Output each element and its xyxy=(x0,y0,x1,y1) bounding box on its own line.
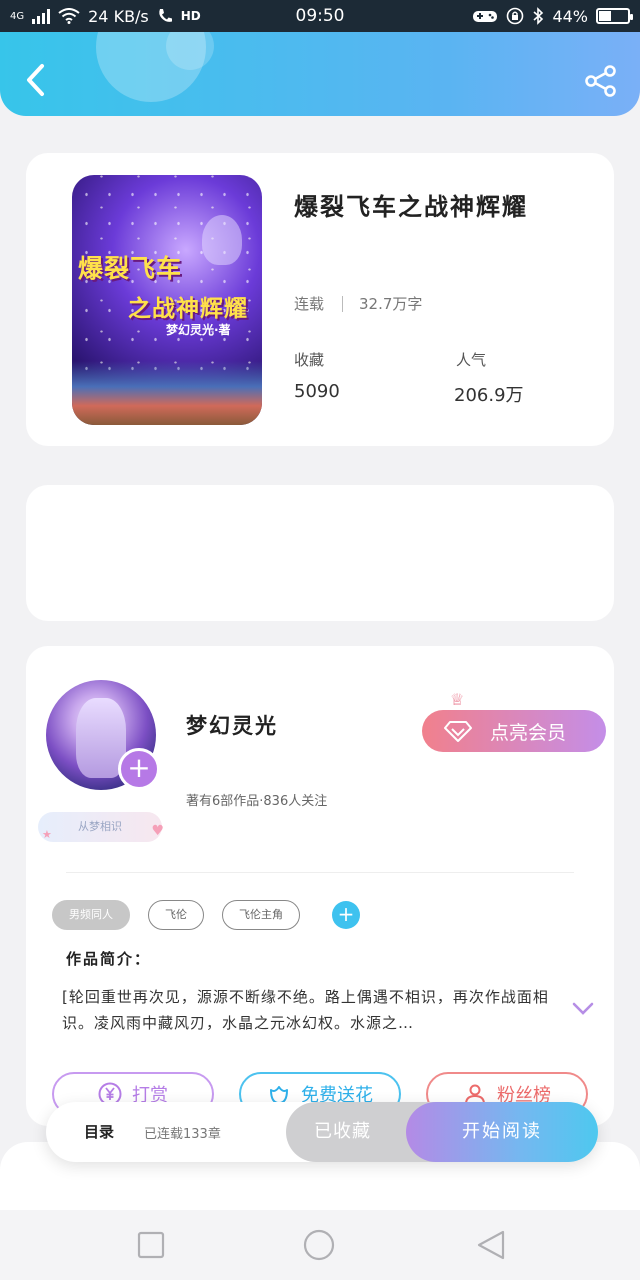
cover-title-line2: 之战神辉耀 xyxy=(128,295,248,322)
gamepad-icon xyxy=(473,11,498,22)
tag-item[interactable]: 男频同人 xyxy=(52,900,130,930)
wifi-icon xyxy=(58,8,80,24)
phone-call-icon xyxy=(159,9,172,22)
cover-author: 梦幻灵光·著 xyxy=(166,323,231,337)
catalog-button[interactable]: 目录 xyxy=(84,1121,114,1142)
book-title: 爆裂飞车之战神辉耀 xyxy=(294,192,528,221)
header xyxy=(0,32,640,116)
tag-list: 男频同人 飞伦 飞伦主角 + xyxy=(52,900,360,930)
follow-author-button[interactable]: + xyxy=(118,748,160,790)
vip-button[interactable]: 点亮会员 xyxy=(422,710,606,752)
battery-icon xyxy=(596,8,633,24)
author-card: + 从梦相识 ♥ ★ 梦幻灵光 著有6部作品·836人关注 ♕ 点亮会员 男频同… xyxy=(26,646,614,1126)
chevron-down-icon[interactable] xyxy=(572,1002,594,1016)
vip-button-label: 点亮会员 xyxy=(490,721,567,744)
favorites-label: 收藏 xyxy=(294,351,325,369)
author-name: 梦幻灵光 xyxy=(186,713,278,738)
cover-title-line1: 爆裂飞车 xyxy=(78,254,183,283)
book-info-card: 爆裂飞车 之战神辉耀 梦幻灵光·著 爆裂飞车之战神辉耀 连载 32.7万字 收藏… xyxy=(26,153,614,446)
battery-percent: 44% xyxy=(552,6,588,26)
popularity-value: 206.9万 xyxy=(454,385,524,406)
status-bar: 4G 24 KB/s HD 09:50 44% xyxy=(0,0,640,32)
network-speed: 24 KB/s xyxy=(88,6,149,26)
blank-card xyxy=(26,485,614,621)
start-reading-button[interactable]: 开始阅读 xyxy=(406,1102,598,1162)
back-button[interactable] xyxy=(22,62,50,98)
tag-item[interactable]: 飞伦主角 xyxy=(222,900,300,930)
book-status-row: 连载 32.7万字 xyxy=(294,293,422,314)
crown-icon: ♕ xyxy=(450,690,465,709)
hd-badge: HD xyxy=(180,9,201,23)
back-nav-button[interactable] xyxy=(474,1228,508,1262)
serial-status: 连载 xyxy=(294,295,325,313)
bottom-action-bar: 目录 已连载133章 已收藏 开始阅读 xyxy=(46,1102,598,1162)
add-tag-button[interactable]: + xyxy=(332,901,360,929)
tag-item[interactable]: 飞伦 xyxy=(148,900,204,930)
circle-icon xyxy=(303,1229,335,1261)
square-icon xyxy=(137,1231,165,1259)
bluetooth-icon xyxy=(533,7,544,25)
popularity-label: 人气 xyxy=(456,351,487,369)
lock-rotation-icon xyxy=(507,7,524,25)
book-cover[interactable]: 爆裂飞车 之战神辉耀 梦幻灵光·著 xyxy=(72,175,262,425)
favorites-value: 5090 xyxy=(294,381,340,402)
fan-level-label: 从梦相识 xyxy=(78,820,122,833)
word-count: 32.7万字 xyxy=(359,295,423,313)
intro-text: [轮回重世再次见，源源不断缘不绝。路上偶遇不相识，再次作战面相识。凌风雨中藏风刃… xyxy=(62,988,549,1032)
intro-heading: 作品简介： xyxy=(66,950,152,968)
fan-level-badge: 从梦相识 ♥ ★ xyxy=(38,812,164,842)
divider xyxy=(66,872,574,873)
star-icon: ★ xyxy=(42,828,52,841)
network-type: 4G xyxy=(10,10,25,22)
home-button[interactable] xyxy=(302,1228,336,1262)
share-button[interactable] xyxy=(584,64,618,98)
share-icon xyxy=(585,65,616,97)
heart-icon: ♥ xyxy=(151,823,164,839)
author-stats: 著有6部作品·836人关注 xyxy=(186,794,328,809)
chapter-count[interactable]: 已连载133章 xyxy=(144,1123,221,1142)
chevron-left-icon xyxy=(27,64,44,96)
diamond-icon xyxy=(444,721,472,742)
signal-icon xyxy=(32,8,51,24)
triangle-back-icon xyxy=(477,1230,505,1260)
system-nav-bar xyxy=(0,1210,640,1280)
recent-apps-button[interactable] xyxy=(134,1228,168,1262)
